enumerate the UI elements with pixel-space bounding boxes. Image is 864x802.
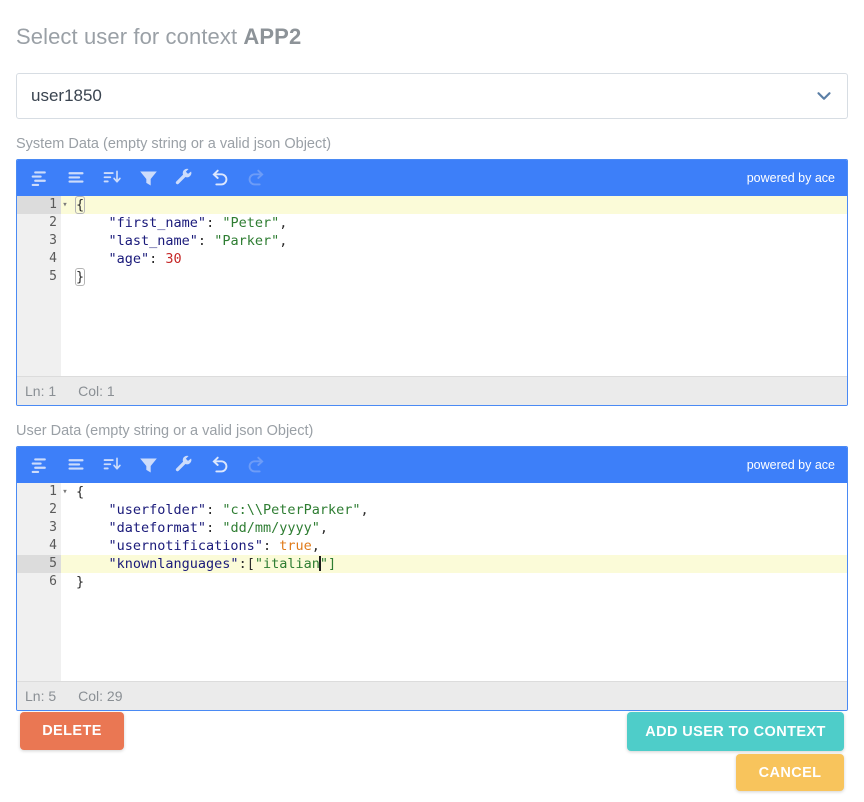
code-line[interactable]: 5 "knownlanguages":["italian"] [17,555,847,573]
editor-empty-area[interactable] [17,591,847,681]
code-filler [61,286,847,376]
code-text: "knownlanguages":["italian"] [108,556,337,572]
code-filler [61,591,847,681]
code-line[interactable]: 2 "userfolder": "c:\\PeterParker", [17,501,847,519]
code-text: { [61,196,847,214]
powered-by-ace-label: powered by ace [746,171,835,185]
line-number: 1 ▾ [17,483,68,501]
code-text: "age": 30 [108,251,182,267]
line-number: 2 [17,214,61,232]
line-number: 4 [17,537,61,555]
format-indent-icon[interactable] [23,450,57,480]
code-text: "usernotifications": true, [108,538,320,554]
filter-icon[interactable] [131,450,165,480]
code-text: "userfolder": "c:\\PeterParker", [108,502,369,518]
code-line[interactable]: 4 "age": 30 [17,250,847,268]
sort-icon[interactable] [95,163,129,193]
select-user-dialog: Select user for context APP2 user1850 Sy… [0,0,864,802]
code-text: } [61,573,847,591]
redo-icon[interactable] [239,163,273,193]
page-title-prefix: Select user for context [16,24,244,49]
code-text: "last_name": "Parker", [108,233,288,249]
add-user-to-context-button[interactable]: ADD USER TO CONTEXT [627,712,844,751]
code-line[interactable]: 5 } [17,268,847,286]
code-line[interactable]: 1 ▾ { [17,196,847,214]
user-editor-toolbar: powered by ace [17,447,847,483]
code-line[interactable]: 3 "last_name": "Parker", [17,232,847,250]
code-text: "dateformat": "dd/mm/yyyy", [108,520,329,536]
line-number: 5 [17,268,61,286]
line-number: 4 [17,250,61,268]
close-brace: } [76,574,85,590]
code-line[interactable]: 3 "dateformat": "dd/mm/yyyy", [17,519,847,537]
code-line[interactable]: 4 "usernotifications": true, [17,537,847,555]
filter-icon[interactable] [131,163,165,193]
line-number: 5 [17,555,61,573]
system-data-label: System Data (empty string or a valid jso… [16,136,332,152]
user-editor-body[interactable]: 1 ▾ { 2 "userfolder": "c:\\PeterParker", … [17,483,847,681]
compact-icon[interactable] [59,163,93,193]
code-line[interactable]: 1 ▾ { [17,483,847,501]
gutter-filler [17,286,61,376]
line-number: 1 ▾ [17,196,68,214]
undo-icon[interactable] [203,163,237,193]
system-editor-body[interactable]: 1 ▾ { 2 "first_name": "Peter", 3 "last_na… [17,196,847,376]
gutter-filler [17,591,61,681]
cancel-button[interactable]: CANCEL [736,754,844,791]
wrench-transform-icon[interactable] [167,163,201,193]
editor-empty-area[interactable] [17,286,847,376]
status-col: Col: 1 [78,383,115,399]
user-data-label: User Data (empty string or a valid json … [16,423,314,439]
user-select-value[interactable]: user1850 [17,74,801,118]
redo-icon[interactable] [239,450,273,480]
code-line[interactable]: 2 "first_name": "Peter", [17,214,847,232]
status-line: Ln: 5 [25,688,57,704]
sort-icon[interactable] [95,450,129,480]
compact-icon[interactable] [59,450,93,480]
open-brace: { [74,196,86,214]
page-title: Select user for context APP2 [16,0,848,51]
code-text: } [61,268,847,286]
system-data-editor[interactable]: powered by ace 1 ▾ { 2 "first_name": "Pet… [16,159,848,406]
context-name: APP2 [243,24,302,49]
system-editor-status-bar: Ln: 1 Col: 1 [17,376,847,405]
line-number: 2 [17,501,61,519]
user-editor-status-bar: Ln: 5 Col: 29 [17,681,847,710]
user-select[interactable]: user1850 [16,73,848,119]
line-number: 3 [17,519,61,537]
undo-icon[interactable] [203,450,237,480]
format-indent-icon[interactable] [23,163,57,193]
open-brace: { [76,484,85,500]
code-text: { [61,483,847,501]
code-text: "first_name": "Peter", [108,215,288,231]
line-number: 3 [17,232,61,250]
wrench-transform-icon[interactable] [167,450,201,480]
status-col: Col: 29 [78,688,123,704]
code-line[interactable]: 6 } [17,573,847,591]
powered-by-ace-label: powered by ace [746,458,835,472]
close-brace: } [74,268,86,286]
user-data-editor[interactable]: powered by ace 1 ▾ { 2 "userfolder": "c:\… [16,446,848,711]
chevron-down-icon[interactable] [801,74,847,118]
status-line: Ln: 1 [25,383,57,399]
line-number: 6 [17,573,61,591]
delete-button[interactable]: DELETE [20,712,124,750]
system-editor-toolbar: powered by ace [17,160,847,196]
